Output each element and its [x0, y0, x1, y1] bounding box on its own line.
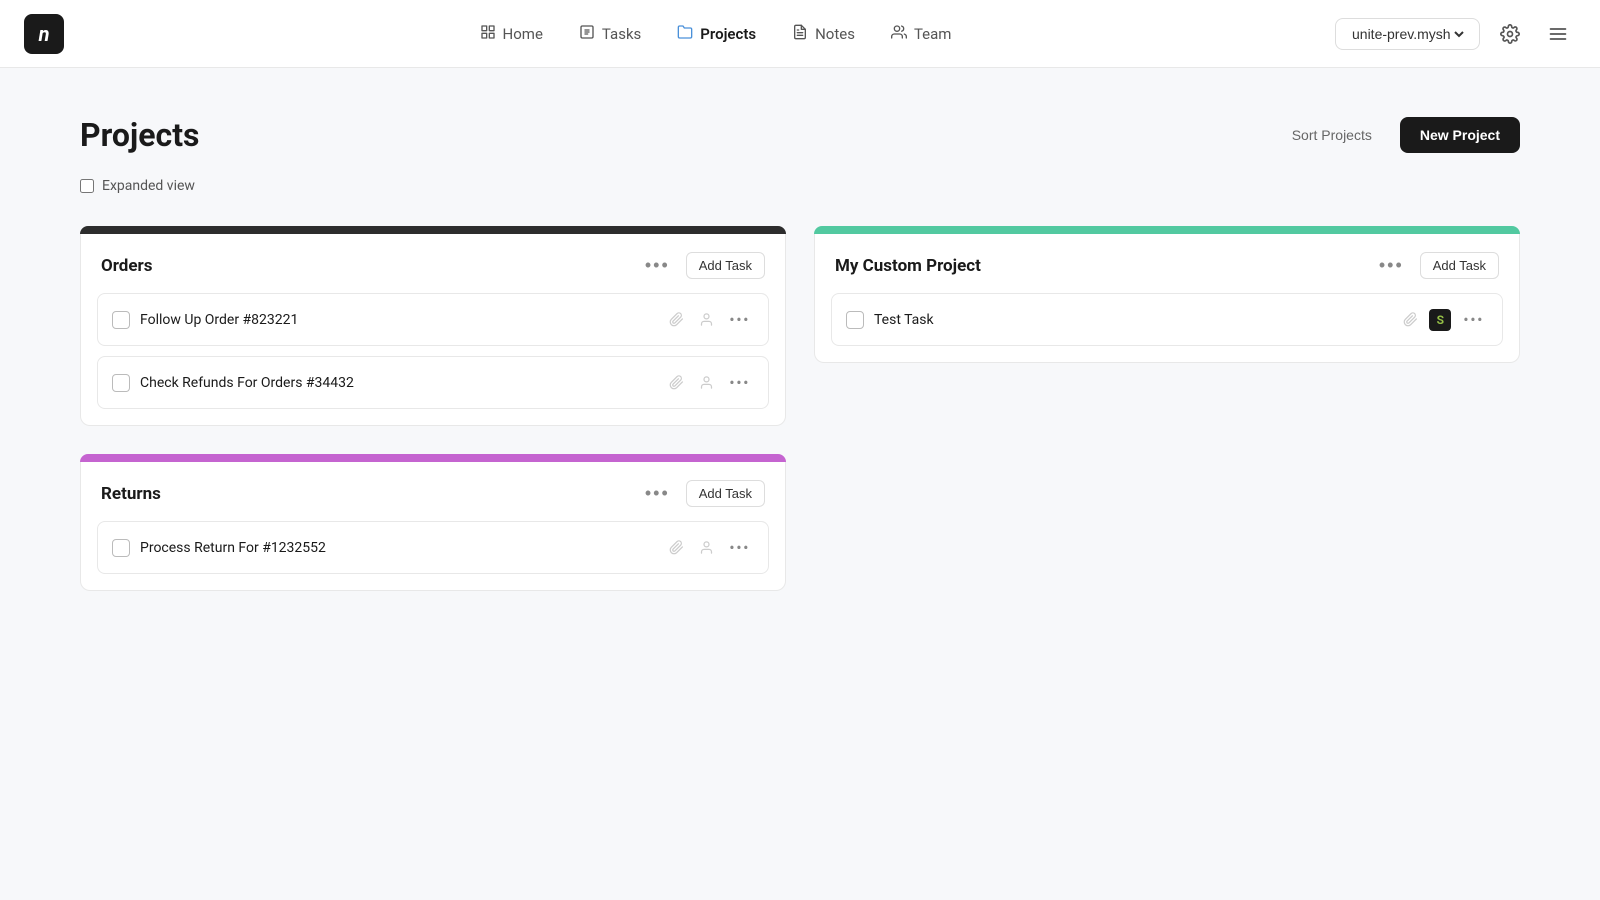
project-bar-custom — [814, 226, 1520, 234]
project-card-returns: Returns ••• Add Task Process Return For … — [80, 454, 786, 591]
person-icon-t2[interactable] — [695, 372, 717, 394]
task-item: Follow Up Order #823221 ••• — [97, 293, 769, 346]
app-logo[interactable]: n — [24, 14, 64, 54]
attachment-icon-t4[interactable] — [665, 537, 687, 559]
project-header-actions-orders: ••• Add Task — [639, 252, 765, 279]
project-card-orders-body: Orders ••• Add Task Follow Up Order #823… — [80, 234, 786, 426]
task-dots-t1[interactable]: ••• — [725, 308, 754, 331]
project-name-returns: Returns — [101, 484, 161, 504]
shop-select[interactable]: unite-prev.mysh — [1348, 25, 1467, 43]
home-icon — [480, 24, 496, 44]
nav-links: Home Tasks Projects Notes Team — [96, 16, 1335, 52]
task-actions-t1: ••• — [665, 308, 754, 331]
project-dots-orders[interactable]: ••• — [639, 253, 676, 278]
page-header: Projects Sort Projects New Project — [80, 116, 1520, 154]
task-item: Test Task S ••• — [831, 293, 1503, 346]
tasks-icon — [579, 24, 595, 44]
add-task-button-returns[interactable]: Add Task — [686, 480, 765, 507]
project-header-returns: Returns ••• Add Task — [81, 462, 785, 521]
nav-notes-label: Notes — [815, 25, 855, 43]
task-label-t2: Check Refunds For Orders #34432 — [140, 375, 655, 391]
task-label-t1: Follow Up Order #823221 — [140, 312, 655, 328]
task-checkbox-t3[interactable] — [846, 311, 864, 329]
projects-grid: Orders ••• Add Task Follow Up Order #823… — [80, 226, 1520, 591]
main-content: Projects Sort Projects New Project Expan… — [0, 68, 1600, 639]
project-dots-custom[interactable]: ••• — [1373, 253, 1410, 278]
project-card-returns-body: Returns ••• Add Task Process Return For … — [80, 462, 786, 591]
project-bar-returns — [80, 454, 786, 462]
page-title: Projects — [80, 116, 199, 154]
task-item: Process Return For #1232552 ••• — [97, 521, 769, 574]
nav-item-home[interactable]: Home — [464, 16, 559, 52]
attachment-icon-t3[interactable] — [1399, 309, 1421, 331]
tasks-list-orders: Follow Up Order #823221 ••• — [81, 293, 785, 425]
project-name-orders: Orders — [101, 256, 153, 276]
nav-projects-label: Projects — [700, 25, 756, 43]
task-dots-t2[interactable]: ••• — [725, 371, 754, 394]
person-icon-t4[interactable] — [695, 537, 717, 559]
shopify-icon-t3: S — [1429, 309, 1451, 331]
navbar: n Home Tasks Projects Notes — [0, 0, 1600, 68]
expanded-view-checkbox[interactable] — [80, 179, 94, 193]
task-checkbox-t2[interactable] — [112, 374, 130, 392]
task-label-t3: Test Task — [874, 312, 1389, 328]
shop-selector[interactable]: unite-prev.mysh — [1335, 18, 1480, 50]
add-task-button-custom[interactable]: Add Task — [1420, 252, 1499, 279]
task-item: Check Refunds For Orders #34432 ••• — [97, 356, 769, 409]
sort-projects-button[interactable]: Sort Projects — [1280, 119, 1384, 151]
gear-icon — [1500, 24, 1520, 44]
projects-icon — [677, 24, 693, 44]
hamburger-icon — [1548, 24, 1568, 44]
project-header-actions-returns: ••• Add Task — [639, 480, 765, 507]
task-actions-t2: ••• — [665, 371, 754, 394]
nav-item-tasks[interactable]: Tasks — [563, 16, 657, 52]
project-dots-returns[interactable]: ••• — [639, 481, 676, 506]
task-checkbox-t4[interactable] — [112, 539, 130, 557]
notes-icon — [792, 24, 808, 44]
tasks-list-returns: Process Return For #1232552 ••• — [81, 521, 785, 590]
person-icon-t1[interactable] — [695, 309, 717, 331]
tasks-list-custom: Test Task S ••• — [815, 293, 1519, 362]
nav-item-team[interactable]: Team — [875, 16, 968, 52]
team-icon — [891, 24, 907, 44]
project-name-custom: My Custom Project — [835, 256, 981, 276]
nav-home-label: Home — [503, 25, 543, 43]
header-actions: Sort Projects New Project — [1280, 117, 1520, 153]
menu-button[interactable] — [1540, 16, 1576, 52]
expanded-view-label[interactable]: Expanded view — [102, 178, 195, 194]
nav-tasks-label: Tasks — [602, 25, 641, 43]
new-project-button[interactable]: New Project — [1400, 117, 1520, 153]
project-header-custom: My Custom Project ••• Add Task — [815, 234, 1519, 293]
task-actions-t4: ••• — [665, 536, 754, 559]
task-label-t4: Process Return For #1232552 — [140, 540, 655, 556]
add-task-button-orders[interactable]: Add Task — [686, 252, 765, 279]
task-dots-t3[interactable]: ••• — [1459, 308, 1488, 331]
project-card-orders: Orders ••• Add Task Follow Up Order #823… — [80, 226, 786, 426]
project-card-custom: My Custom Project ••• Add Task Test Task — [814, 226, 1520, 426]
nav-item-projects[interactable]: Projects — [661, 16, 772, 52]
logo-letter: n — [39, 22, 50, 46]
attachment-icon-t2[interactable] — [665, 372, 687, 394]
task-dots-t4[interactable]: ••• — [725, 536, 754, 559]
task-checkbox-t1[interactable] — [112, 311, 130, 329]
nav-team-label: Team — [914, 25, 952, 43]
project-bar-orders — [80, 226, 786, 234]
nav-item-notes[interactable]: Notes — [776, 16, 871, 52]
project-card-custom-body: My Custom Project ••• Add Task Test Task — [814, 234, 1520, 363]
project-header-actions-custom: ••• Add Task — [1373, 252, 1499, 279]
project-header-orders: Orders ••• Add Task — [81, 234, 785, 293]
attachment-icon-t1[interactable] — [665, 309, 687, 331]
expanded-view-container: Expanded view — [80, 178, 1520, 194]
settings-button[interactable] — [1492, 16, 1528, 52]
nav-right: unite-prev.mysh — [1335, 16, 1576, 52]
task-actions-t3: S ••• — [1399, 308, 1488, 331]
